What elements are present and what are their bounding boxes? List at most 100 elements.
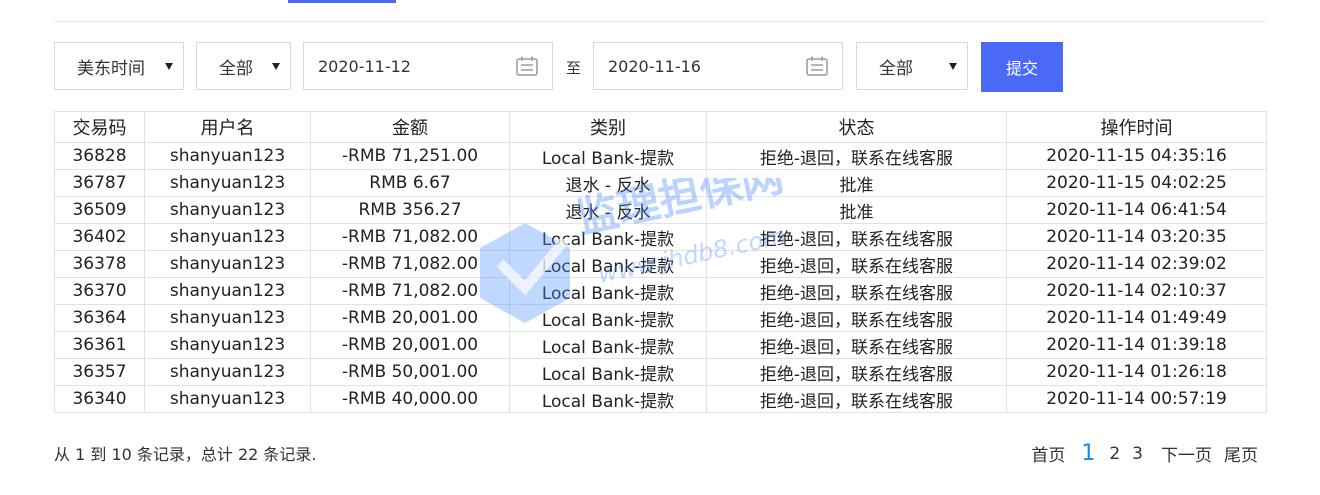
- cell-username: shanyuan123: [144, 277, 311, 305]
- cell-amount: -RMB 20,001.00: [310, 331, 510, 359]
- cell-amount: -RMB 50,001.00: [310, 358, 510, 386]
- cell-category: Local Bank-提款: [509, 304, 707, 332]
- caret-down-icon: [165, 63, 173, 70]
- start-date-field[interactable]: 2020-11-12: [303, 42, 553, 90]
- pagination-page-current[interactable]: 1: [1081, 441, 1095, 466]
- pagination-next[interactable]: 下一页: [1161, 441, 1212, 466]
- cell-amount: -RMB 71,082.00: [310, 277, 510, 305]
- end-date-field[interactable]: 2020-11-16: [593, 42, 843, 90]
- pagination-page[interactable]: 3: [1132, 444, 1143, 464]
- cell-transaction-id: 36361: [54, 331, 145, 359]
- cell-time: 2020-11-15 04:35:16: [1006, 142, 1267, 170]
- cell-username: shanyuan123: [144, 250, 311, 278]
- caret-down-icon: [272, 63, 280, 70]
- cell-category: Local Bank-提款: [509, 142, 707, 170]
- cell-transaction-id: 36402: [54, 223, 145, 251]
- cell-category: Local Bank-提款: [509, 331, 707, 359]
- status-select[interactable]: 全部: [856, 42, 968, 90]
- cell-amount: RMB 356.27: [310, 196, 510, 224]
- cell-amount: -RMB 71,251.00: [310, 142, 510, 170]
- cell-category: Local Bank-提款: [509, 385, 707, 413]
- cell-time: 2020-11-14 01:49:49: [1006, 304, 1267, 332]
- col-header-username: 用户名: [144, 111, 311, 143]
- submit-button[interactable]: 提交: [981, 42, 1063, 92]
- table-row: 36378 shanyuan123 -RMB 71,082.00 Local B…: [54, 250, 1267, 278]
- table-row: 36828 shanyuan123 -RMB 71,251.00 Local B…: [54, 142, 1267, 170]
- col-header-time: 操作时间: [1006, 111, 1267, 143]
- cell-category: Local Bank-提款: [509, 250, 707, 278]
- cell-status: 拒绝-退回，联系在线客服: [706, 385, 1007, 413]
- caret-down-icon: [949, 63, 957, 70]
- records-table: 交易码 用户名 金额 类别 状态 操作时间 36828 shanyuan123 …: [54, 111, 1267, 413]
- table-row: 36361 shanyuan123 -RMB 20,001.00 Local B…: [54, 331, 1267, 359]
- table-row: 36364 shanyuan123 -RMB 20,001.00 Local B…: [54, 304, 1267, 332]
- cell-time: 2020-11-14 00:57:19: [1006, 385, 1267, 413]
- pagination-last[interactable]: 尾页: [1224, 441, 1258, 466]
- cell-time: 2020-11-14 01:39:18: [1006, 331, 1267, 359]
- cell-username: shanyuan123: [144, 385, 311, 413]
- cell-amount: -RMB 71,082.00: [310, 250, 510, 278]
- cell-time: 2020-11-14 01:26:18: [1006, 358, 1267, 386]
- start-date-value: 2020-11-12: [318, 56, 411, 76]
- cell-status: 拒绝-退回，联系在线客服: [706, 331, 1007, 359]
- calendar-icon: [516, 56, 538, 76]
- cell-username: shanyuan123: [144, 331, 311, 359]
- cell-amount: -RMB 40,000.00: [310, 385, 510, 413]
- cell-transaction-id: 36509: [54, 196, 145, 224]
- cell-status: 拒绝-退回，联系在线客服: [706, 223, 1007, 251]
- col-header-amount: 金额: [310, 111, 510, 143]
- cell-category: 退水 - 反水: [509, 196, 707, 224]
- cell-time: 2020-11-15 04:02:25: [1006, 169, 1267, 197]
- type-select[interactable]: 全部: [196, 42, 291, 90]
- cell-time: 2020-11-14 03:20:35: [1006, 223, 1267, 251]
- cell-category: Local Bank-提款: [509, 277, 707, 305]
- cell-category: 退水 - 反水: [509, 169, 707, 197]
- cell-amount: RMB 6.67: [310, 169, 510, 197]
- cell-category: Local Bank-提款: [509, 223, 707, 251]
- cell-amount: -RMB 20,001.00: [310, 304, 510, 332]
- cell-time: 2020-11-14 06:41:54: [1006, 196, 1267, 224]
- col-header-category: 类别: [509, 111, 707, 143]
- cell-status: 拒绝-退回，联系在线客服: [706, 250, 1007, 278]
- timezone-select-value: 美东时间: [77, 58, 145, 79]
- pagination-first[interactable]: 首页: [1031, 441, 1065, 466]
- cell-status: 拒绝-退回，联系在线客服: [706, 277, 1007, 305]
- table-row: 36509 shanyuan123 RMB 356.27 退水 - 反水 批准 …: [54, 196, 1267, 224]
- cell-category: Local Bank-提款: [509, 358, 707, 386]
- table-row: 36787 shanyuan123 RMB 6.67 退水 - 反水 批准 20…: [54, 169, 1267, 197]
- cell-transaction-id: 36340: [54, 385, 145, 413]
- cell-transaction-id: 36357: [54, 358, 145, 386]
- timezone-select[interactable]: 美东时间: [54, 42, 184, 90]
- table-row: 36357 shanyuan123 -RMB 50,001.00 Local B…: [54, 358, 1267, 386]
- active-tab-indicator: [288, 0, 396, 3]
- cell-username: shanyuan123: [144, 223, 311, 251]
- pagination-page[interactable]: 2: [1109, 444, 1120, 464]
- cell-time: 2020-11-14 02:10:37: [1006, 277, 1267, 305]
- cell-time: 2020-11-14 02:39:02: [1006, 250, 1267, 278]
- cell-status: 拒绝-退回，联系在线客服: [706, 304, 1007, 332]
- cell-username: shanyuan123: [144, 358, 311, 386]
- cell-transaction-id: 36370: [54, 277, 145, 305]
- table-row: 36370 shanyuan123 -RMB 71,082.00 Local B…: [54, 277, 1267, 305]
- cell-status: 批准: [706, 169, 1007, 197]
- status-select-value: 全部: [879, 58, 913, 79]
- pagination: 首页 1 2 3 下一页 尾页: [1031, 441, 1258, 466]
- cell-username: shanyuan123: [144, 169, 311, 197]
- cell-transaction-id: 36787: [54, 169, 145, 197]
- divider: [54, 21, 1266, 22]
- end-date-value: 2020-11-16: [608, 56, 701, 76]
- cell-transaction-id: 36378: [54, 250, 145, 278]
- cell-status: 拒绝-退回，联系在线客服: [706, 142, 1007, 170]
- cell-amount: -RMB 71,082.00: [310, 223, 510, 251]
- cell-status: 批准: [706, 196, 1007, 224]
- table-header-row: 交易码 用户名 金额 类别 状态 操作时间: [54, 111, 1267, 143]
- type-select-value: 全部: [219, 58, 253, 79]
- col-header-status: 状态: [706, 111, 1007, 143]
- table-row: 36402 shanyuan123 -RMB 71,082.00 Local B…: [54, 223, 1267, 251]
- col-header-transaction-id: 交易码: [54, 111, 145, 143]
- cell-transaction-id: 36364: [54, 304, 145, 332]
- cell-username: shanyuan123: [144, 304, 311, 332]
- table-row: 36340 shanyuan123 -RMB 40,000.00 Local B…: [54, 385, 1267, 413]
- cell-username: shanyuan123: [144, 142, 311, 170]
- calendar-icon: [806, 56, 828, 76]
